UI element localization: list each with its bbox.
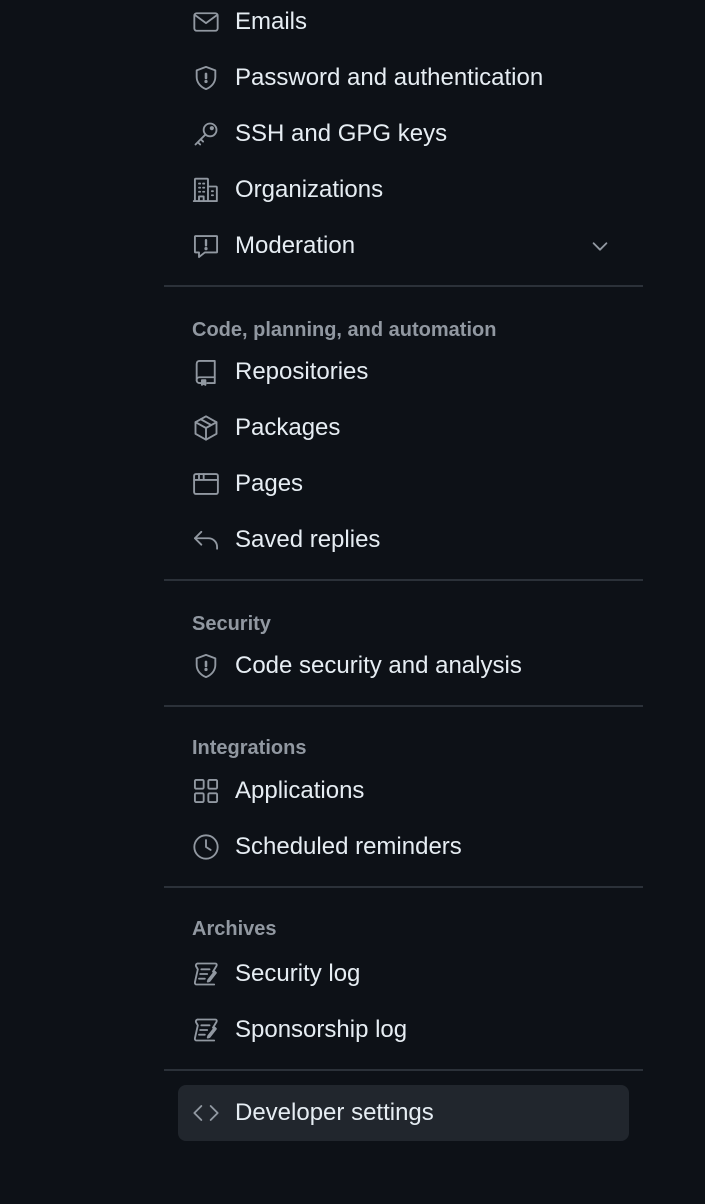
sidebar-item-label: Password and authentication	[235, 64, 544, 91]
sidebar-item-emails[interactable]: Emails	[164, 0, 643, 50]
sidebar-item-label: Organizations	[235, 176, 384, 203]
section-divider	[164, 705, 643, 707]
section-heading-security: Security	[192, 613, 271, 635]
sidebar-item-organizations[interactable]: Organizations	[164, 162, 643, 218]
shield-icon	[192, 652, 220, 680]
sidebar-item-label: Emails	[235, 8, 308, 35]
sidebar-item-label: Repositories	[235, 358, 369, 385]
shield-icon	[192, 64, 220, 92]
sidebar-item-security-log[interactable]: Security log	[164, 946, 643, 1002]
report-icon	[192, 232, 220, 260]
sidebar-item-password-authentication[interactable]: Password and authentication	[164, 50, 643, 106]
sidebar-item-moderation[interactable]: Moderation	[164, 218, 643, 274]
key-icon	[192, 120, 220, 148]
browser-icon	[192, 470, 220, 498]
section-divider	[164, 285, 643, 287]
mail-icon	[192, 8, 220, 36]
sidebar-item-label: Saved replies	[235, 526, 381, 553]
sidebar-item-label: Packages	[235, 414, 341, 441]
sidebar-item-label: Moderation	[235, 232, 356, 259]
sidebar-item-applications[interactable]: Applications	[164, 763, 643, 819]
chevron-down-icon[interactable]	[589, 235, 611, 257]
apps-icon	[192, 777, 220, 805]
log-icon	[192, 1016, 220, 1044]
section-divider	[164, 886, 643, 888]
section-heading-integrations: Integrations	[192, 737, 307, 759]
sidebar-item-repositories[interactable]: Repositories	[164, 344, 643, 400]
sidebar-item-ssh-gpg-keys[interactable]: SSH and GPG keys	[164, 106, 643, 162]
sidebar-item-label: Scheduled reminders	[235, 833, 462, 860]
sidebar-item-saved-replies[interactable]: Saved replies	[164, 512, 643, 568]
sidebar-item-sponsorship-log[interactable]: Sponsorship log	[164, 1002, 643, 1058]
repo-icon	[192, 358, 220, 386]
clock-icon	[192, 833, 220, 861]
reply-icon	[192, 526, 220, 554]
section-divider	[164, 1069, 643, 1071]
sidebar-item-code-security-analysis[interactable]: Code security and analysis	[164, 638, 643, 694]
organization-icon	[192, 176, 220, 204]
sidebar-item-label: Sponsorship log	[235, 1016, 408, 1043]
code-icon	[192, 1099, 220, 1127]
sidebar-item-label: Applications	[235, 777, 365, 804]
sidebar-item-pages[interactable]: Pages	[164, 456, 643, 512]
sidebar-item-developer-settings[interactable]: Developer settings	[178, 1085, 629, 1141]
package-icon	[192, 414, 220, 442]
section-heading-code-planning-automation: Code, planning, and automation	[192, 319, 497, 341]
sidebar-item-label: SSH and GPG keys	[235, 120, 448, 147]
sidebar-item-label: Code security and analysis	[235, 652, 522, 679]
sidebar-item-label: Pages	[235, 470, 304, 497]
sidebar-item-scheduled-reminders[interactable]: Scheduled reminders	[164, 819, 643, 875]
sidebar-item-packages[interactable]: Packages	[164, 400, 643, 456]
sidebar-item-label: Developer settings	[235, 1099, 434, 1126]
settings-sidebar: Emails Password and authentication SSH a…	[164, 0, 643, 1141]
section-heading-archives: Archives	[192, 918, 277, 940]
section-divider	[164, 579, 643, 581]
sidebar-item-label: Security log	[235, 960, 361, 987]
log-icon	[192, 960, 220, 988]
